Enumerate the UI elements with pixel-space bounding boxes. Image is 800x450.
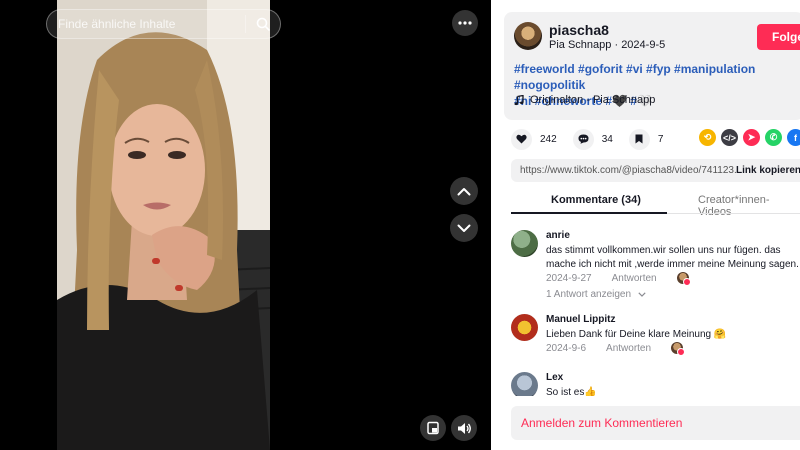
chevron-down-icon [457, 224, 471, 232]
creator-liked-avatar-icon [671, 342, 686, 356]
comment-text: Lieben Dank für Deine klare Meinung 🤗 [546, 329, 727, 340]
login-to-comment-bar[interactable]: Anmelden zum Kommentieren [511, 406, 800, 440]
share-buttons: ⟲ </> ➤ ✆ f [699, 129, 800, 146]
author-username[interactable]: piascha8 [549, 22, 609, 38]
picture-in-picture-button[interactable] [420, 415, 446, 441]
search-input[interactable] [47, 17, 245, 31]
comment-item: Manuel Lippitz Lieben Dank für Deine kla… [511, 314, 800, 364]
search-bar [46, 9, 281, 39]
comment-button[interactable] [572, 128, 594, 150]
like-count: 242 [540, 133, 557, 145]
commenter-name[interactable]: anrie [546, 230, 570, 241]
copy-link-button[interactable]: Link kopieren [736, 165, 800, 176]
post-date: 2024-9-5 [621, 39, 666, 51]
video-info-card: piascha8 Pia Schnapp · 2024-9-5 Folge #f… [504, 12, 800, 120]
comment-action[interactable]: 34 [572, 128, 613, 150]
save-action[interactable]: 7 [628, 128, 664, 150]
commenter-avatar[interactable] [511, 314, 538, 341]
comment-item: Lex So ist es👍 [511, 372, 800, 396]
comment-date: 2024-9-27 [546, 272, 592, 284]
heart-icon [516, 134, 527, 144]
search-button[interactable] [246, 10, 280, 38]
author-avatar[interactable] [514, 22, 542, 50]
next-video-button[interactable] [450, 214, 478, 242]
whatsapp-icon[interactable]: ✆ [765, 129, 782, 146]
commenter-name[interactable]: Manuel Lippitz [546, 314, 615, 325]
view-replies-label: 1 Antwort anzeigen [546, 289, 632, 300]
video-player[interactable] [57, 0, 270, 450]
more-icon [458, 21, 472, 25]
volume-icon [457, 422, 471, 434]
like-button[interactable] [511, 128, 532, 150]
follow-button[interactable]: Folge [757, 24, 800, 50]
music-label: Originalton - Pia Schnapp [530, 94, 656, 106]
music-link[interactable]: Originalton - Pia Schnapp [514, 94, 655, 106]
facebook-icon[interactable]: f [787, 129, 800, 146]
view-replies-button[interactable]: 1 Antwort anzeigen [546, 289, 646, 300]
commenter-avatar[interactable] [511, 230, 538, 257]
comment-meta: 2024-9-27 Antworten [546, 272, 691, 286]
more-options-button[interactable] [452, 10, 478, 36]
details-panel: piascha8 Pia Schnapp · 2024-9-5 Folge #f… [491, 0, 800, 450]
repost-icon[interactable]: ⟲ [699, 129, 716, 146]
reply-button[interactable]: Antworten [612, 273, 657, 284]
embed-icon[interactable]: </> [721, 129, 738, 146]
share-link-row: https://www.tiktok.com/@piascha8/video/7… [511, 159, 800, 182]
hashtags-line-1[interactable]: #freeworld #goforit #vi #fyp #manipulati… [514, 61, 800, 93]
chevron-down-icon [638, 292, 646, 297]
like-action[interactable]: 242 [511, 128, 557, 150]
author-subline: Pia Schnapp · 2024-9-5 [549, 39, 665, 51]
comment-meta: 2024-9-6 Antworten [546, 342, 686, 356]
save-button[interactable] [628, 128, 650, 150]
engagement-actions: 242 34 7 [511, 128, 679, 150]
comment-item: anrie das stimmt vollkommen.wir sollen u… [511, 230, 800, 305]
creator-liked-avatar-icon [676, 272, 691, 286]
tab-creator-videos[interactable]: Creator*innen-Videos [698, 194, 800, 218]
search-icon [256, 17, 270, 31]
active-tab-indicator [511, 212, 667, 214]
reply-button[interactable]: Antworten [606, 343, 651, 354]
comment-bubble-icon [578, 134, 589, 144]
video-frame-image [57, 0, 270, 450]
previous-video-button[interactable] [450, 177, 478, 205]
bookmark-icon [635, 134, 643, 144]
share-url[interactable]: https://www.tiktok.com/@piascha8/video/7… [511, 165, 736, 176]
chevron-up-icon [457, 187, 471, 195]
tiktok-video-page: piascha8 Pia Schnapp · 2024-9-5 Folge #f… [0, 0, 800, 450]
commenter-avatar[interactable] [511, 372, 538, 396]
video-panel [0, 0, 491, 450]
tab-comments[interactable]: Kommentare (34) [551, 194, 641, 206]
pip-icon [427, 421, 439, 435]
music-note-icon [514, 94, 524, 105]
login-to-comment-label: Anmelden zum Kommentieren [521, 416, 683, 430]
comment-text: das stimmt vollkommen.wir sollen uns nur… [546, 245, 799, 270]
commenter-name[interactable]: Lex [546, 372, 563, 383]
save-count: 7 [657, 133, 664, 145]
author-display-name: Pia Schnapp [549, 39, 612, 51]
comment-date: 2024-9-6 [546, 342, 587, 354]
send-to-friends-icon[interactable]: ➤ [743, 129, 760, 146]
comment-count: 34 [601, 133, 613, 145]
volume-button[interactable] [451, 415, 477, 441]
comment-text: So ist es👍 [546, 387, 597, 396]
